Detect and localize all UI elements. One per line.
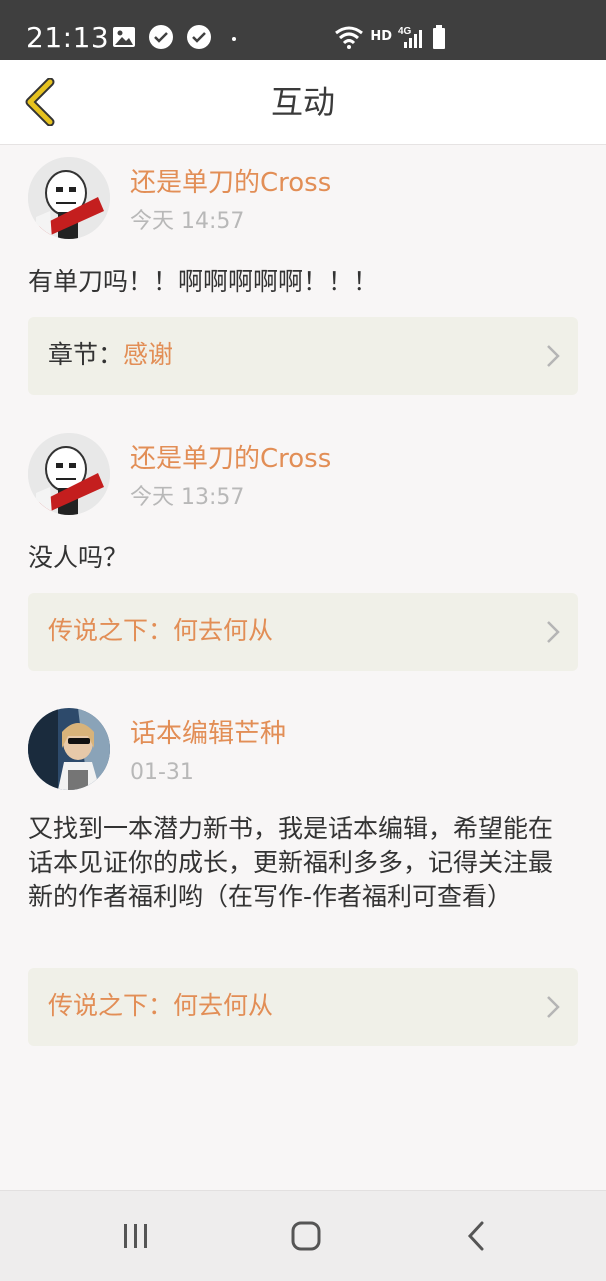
back-icon xyxy=(467,1221,484,1251)
chevron-right-icon xyxy=(547,345,560,367)
post-time: 01-31 xyxy=(130,760,194,785)
ref-text: 章节：感谢 xyxy=(48,337,173,373)
avatar[interactable] xyxy=(28,433,110,515)
home-icon xyxy=(291,1221,321,1251)
ref-title: 传说之下：何去何从 xyxy=(48,991,274,1020)
comment-text: 没人吗？ xyxy=(28,543,129,572)
dot-icon xyxy=(232,37,236,41)
ref-title: 感谢 xyxy=(123,340,174,369)
ref-title: 传说之下：何去何从 xyxy=(48,616,274,645)
page-title: 互动 xyxy=(270,83,335,121)
user-name[interactable]: 还是单刀的Cross xyxy=(130,441,331,477)
post-time: 今天 13:57 xyxy=(130,485,245,510)
avatar-image xyxy=(28,433,110,515)
check-badge-icon xyxy=(187,25,211,49)
avatar-image xyxy=(28,157,110,239)
ref-text: 传说之下：何去何从 xyxy=(48,988,273,1024)
check-badge-icon xyxy=(149,25,173,49)
ref-text: 传说之下：何去何从 xyxy=(48,613,273,649)
app-header: 互动 xyxy=(0,60,606,145)
network-label: HD xyxy=(370,29,392,44)
chapter-link-card[interactable]: 章节：感谢 xyxy=(28,317,578,395)
feed-item: 话本编辑芒种 01-31 又找到一本潜力新书，我是话本编辑，希望能在话本见证你的… xyxy=(0,702,606,1052)
image-icon xyxy=(113,27,135,47)
svg-text:4G: 4G xyxy=(398,26,412,37)
post-time: 今天 14:57 xyxy=(130,209,245,234)
recent-apps-button[interactable] xyxy=(106,1211,166,1261)
chevron-right-icon xyxy=(547,621,560,643)
wifi-icon xyxy=(335,26,364,49)
book-link-card[interactable]: 传说之下：何去何从 xyxy=(28,593,578,671)
signal-icon: 4G xyxy=(398,26,422,48)
book-link-card[interactable]: 传说之下：何去何从 xyxy=(28,968,578,1046)
recent-apps-icon xyxy=(124,1224,147,1248)
status-time: 21:13 xyxy=(26,21,110,54)
notification-icons xyxy=(112,22,244,52)
system-nav-bar xyxy=(0,1190,606,1281)
feed-item: 还是单刀的Cross 今天 13:57 没人吗？ 传说之下：何去何从 xyxy=(0,427,606,677)
system-icons: HD 4G xyxy=(334,22,446,52)
battery-icon xyxy=(433,25,445,49)
user-name[interactable]: 话本编辑芒种 xyxy=(130,716,286,752)
home-button[interactable] xyxy=(276,1211,336,1261)
comment-text: 有单刀吗！！啊啊啊啊啊！！！ xyxy=(28,267,379,296)
feed-item: 还是单刀的Cross 今天 14:57 有单刀吗！！啊啊啊啊啊！！！ 章节：感谢 xyxy=(0,151,606,401)
system-back-button[interactable] xyxy=(446,1211,506,1261)
avatar[interactable] xyxy=(28,708,110,790)
ref-label: 章节： xyxy=(48,340,124,369)
avatar[interactable] xyxy=(28,157,110,239)
chevron-right-icon xyxy=(547,996,560,1018)
interaction-feed: 还是单刀的Cross 今天 14:57 有单刀吗！！啊啊啊啊啊！！！ 章节：感谢 xyxy=(0,145,606,1189)
user-name[interactable]: 还是单刀的Cross xyxy=(130,165,331,201)
comment-text: 又找到一本潜力新书，我是话本编辑，希望能在话本见证你的成长，更新福利多多，记得关… xyxy=(28,814,554,911)
status-bar: 21:13 HD 4G xyxy=(0,0,606,60)
avatar-image xyxy=(28,708,110,790)
